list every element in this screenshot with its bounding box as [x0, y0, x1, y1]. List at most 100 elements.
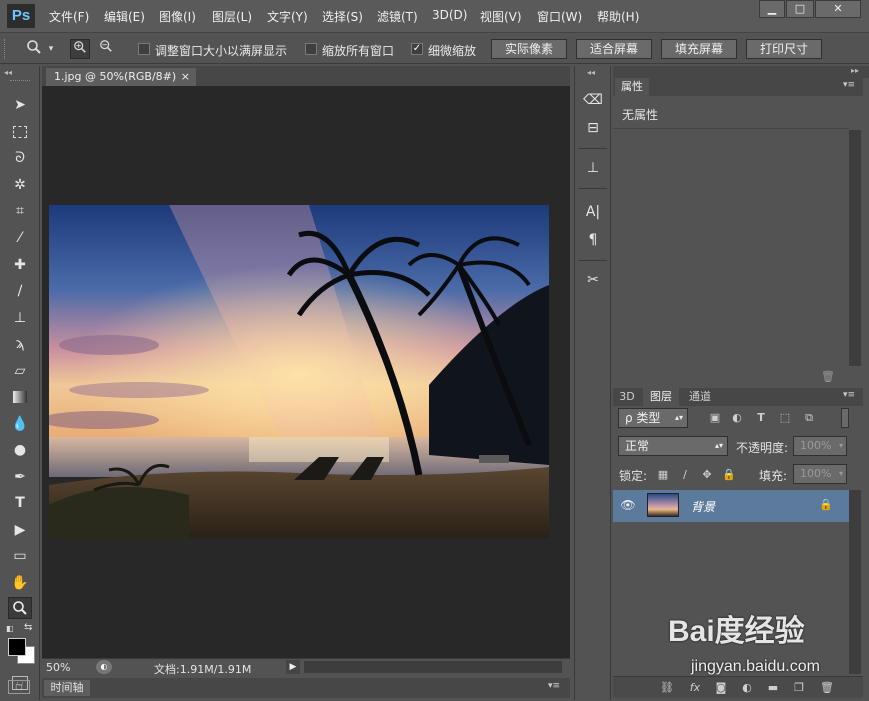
crop-tool-icon[interactable]: ⌗ [8, 200, 32, 222]
default-colors-icon[interactable]: ◧ [6, 624, 16, 634]
new-layer-icon[interactable]: ❐ [791, 680, 807, 696]
screen-mode-icon[interactable]: ▢ [8, 680, 30, 694]
marquee-tool-icon[interactable] [8, 121, 32, 143]
type-tool-icon[interactable]: T [8, 492, 32, 514]
lock-all-icon[interactable]: 🔒 [721, 467, 737, 483]
timeline-tab[interactable]: 时间轴 [44, 680, 90, 696]
clone-source-panel-icon[interactable]: ⊥ [583, 158, 603, 178]
layer-name[interactable]: 背景 [691, 498, 715, 515]
resize-windows-checkbox[interactable] [138, 43, 150, 55]
adjustment-layer-icon[interactable]: ◐ [739, 680, 755, 696]
lock-position-icon[interactable]: ✥ [699, 467, 715, 483]
document-tab[interactable]: 1.jpg @ 50%(RGB/8#) × [46, 68, 196, 86]
menu-file[interactable]: 文件(F) [49, 8, 89, 25]
collapse-panels-icon[interactable]: ▸▸ [851, 66, 859, 75]
rectangle-tool-icon[interactable]: ▭ [8, 545, 32, 567]
dodge-tool-icon[interactable]: ● [8, 439, 32, 461]
tab-3d[interactable]: 3D [615, 388, 639, 406]
add-mask-icon[interactable]: ◙ [713, 680, 729, 696]
zoom-all-windows-checkbox[interactable] [305, 43, 317, 55]
lasso-tool-icon[interactable]: ᘐ [8, 147, 32, 169]
menu-filter[interactable]: 滤镜(T) [377, 8, 418, 25]
history-brush-icon[interactable]: ϡ [8, 333, 32, 355]
blur-tool-icon[interactable]: 💧 [8, 413, 32, 435]
zoom-level[interactable]: 50% [46, 661, 70, 674]
scrubby-zoom-checkbox[interactable]: ✓ [411, 43, 423, 55]
grip-handle[interactable] [4, 39, 7, 59]
status-menu-arrow-icon[interactable]: ▶ [286, 660, 300, 674]
status-info-icon[interactable]: ◐ [96, 660, 112, 674]
filter-type-icon[interactable]: T [753, 410, 769, 426]
zoom-out-icon[interactable] [96, 39, 116, 59]
path-selection-icon[interactable]: ▶ [8, 519, 32, 541]
layer-style-icon[interactable]: fx [687, 680, 703, 696]
magic-wand-icon[interactable]: ✲ [8, 174, 32, 196]
collapse-strip-icon[interactable]: ◂◂ [587, 68, 595, 77]
lock-image-icon[interactable]: ∕ [677, 467, 693, 483]
timeline-menu-icon[interactable]: ▾≡ [548, 681, 560, 691]
layer-filter-dropdown[interactable]: ρ 类型 ▴▾ [618, 408, 688, 428]
eraser-tool-icon[interactable]: ▱ [8, 360, 32, 382]
foreground-color-swatch[interactable] [8, 638, 26, 656]
blend-mode-dropdown[interactable]: 正常 ▴▾ [618, 436, 728, 456]
tool-presets-panel-icon[interactable]: ✂ [583, 270, 603, 290]
filter-pixel-icon[interactable]: ▣ [707, 410, 723, 426]
layers-menu-icon[interactable]: ▾≡ [843, 390, 855, 400]
tab-layers[interactable]: 图层 [643, 388, 679, 406]
healing-brush-icon[interactable]: ✚ [8, 254, 32, 276]
menu-help[interactable]: 帮助(H) [597, 8, 639, 25]
layer-visibility-eye-icon[interactable]: 👁 [619, 498, 637, 512]
move-tool-icon[interactable]: ➤ [8, 94, 32, 116]
menu-type[interactable]: 文字(Y) [267, 8, 308, 25]
close-tab-icon[interactable]: × [181, 68, 190, 86]
tab-channels[interactable]: 通道 [683, 388, 717, 406]
fill-screen-button[interactable]: 填充屏幕 [661, 39, 737, 59]
link-layers-icon[interactable]: ⛓ [659, 680, 675, 696]
menu-layer[interactable]: 图层(L) [212, 8, 252, 25]
menu-image[interactable]: 图像(I) [159, 8, 196, 25]
filter-adjustment-icon[interactable]: ◐ [729, 410, 745, 426]
menu-edit[interactable]: 编辑(E) [104, 8, 145, 25]
document-image[interactable] [49, 205, 549, 538]
close-window-button[interactable]: ✕ [815, 0, 861, 18]
properties-menu-icon[interactable]: ▾≡ [843, 80, 855, 90]
horizontal-scrollbar[interactable] [304, 661, 562, 673]
filter-shape-icon[interactable]: ⬚ [777, 410, 793, 426]
swap-colors-icon[interactable]: ⇆ [24, 622, 32, 633]
filter-smart-object-icon[interactable]: ⧉ [801, 410, 817, 426]
zoom-tool-icon[interactable] [8, 597, 32, 619]
actual-pixels-button[interactable]: 实际像素 [491, 39, 567, 59]
paragraph-panel-icon[interactable]: ¶ [583, 230, 603, 250]
adjustments-panel-icon[interactable]: ⊟ [583, 118, 603, 138]
zoom-tool-icon[interactable] [24, 39, 44, 59]
print-size-button[interactable]: 打印尺寸 [746, 39, 822, 59]
lock-transparent-icon[interactable]: ▦ [655, 467, 671, 483]
toolbox-grip[interactable] [10, 80, 30, 83]
zoom-in-icon[interactable] [70, 39, 90, 59]
menu-view[interactable]: 视图(V) [480, 8, 522, 25]
gradient-tool-icon[interactable] [8, 386, 32, 408]
fit-screen-button[interactable]: 适合屏幕 [576, 39, 652, 59]
maximize-button[interactable]: □ [786, 0, 814, 18]
delete-layer-icon[interactable]: 🗑 [819, 680, 835, 696]
filter-toggle-switch[interactable] [841, 408, 849, 428]
new-group-icon[interactable]: ▬ [765, 680, 781, 696]
eyedropper-tool-icon[interactable]: ⁄ [8, 227, 32, 249]
tool-preset-dropdown-icon[interactable]: ▾ [44, 39, 58, 59]
history-panel-icon[interactable]: ⌫ [583, 90, 603, 110]
menu-select[interactable]: 选择(S) [322, 8, 363, 25]
layer-row-background[interactable]: 👁 背景 🔒 [613, 490, 849, 522]
pen-tool-icon[interactable]: ✒ [8, 466, 32, 488]
character-panel-icon[interactable]: A| [583, 202, 603, 222]
properties-scrollbar[interactable] [849, 130, 861, 366]
clone-stamp-icon[interactable]: ⊥ [8, 307, 32, 329]
properties-trash-icon[interactable]: 🗑 [821, 370, 835, 383]
layers-scrollbar[interactable] [849, 490, 861, 674]
menu-3d[interactable]: 3D(D) [432, 8, 467, 22]
minimize-button[interactable]: ▁ [759, 0, 785, 18]
brush-tool-icon[interactable]: ∕ [8, 280, 32, 302]
collapse-toolbox-icon[interactable]: ◂◂ [4, 68, 12, 77]
opacity-input[interactable]: 100% ▾ [793, 436, 847, 456]
fill-input[interactable]: 100% ▾ [793, 464, 847, 484]
hand-tool-icon[interactable]: ✋ [8, 572, 32, 594]
